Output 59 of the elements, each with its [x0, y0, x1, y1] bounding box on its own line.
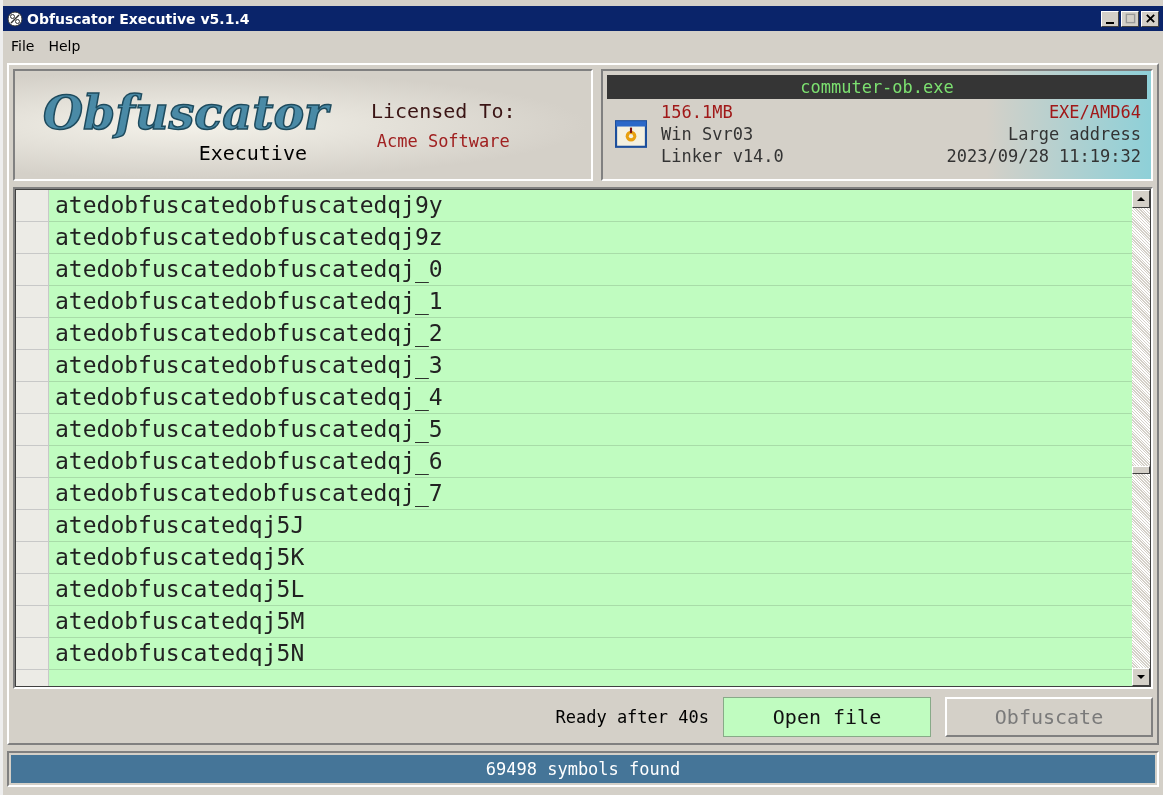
window-title: Obfuscator Executive v5.1.4 [27, 10, 251, 27]
row-header [16, 190, 49, 222]
logo-subtitle: Executive [198, 140, 307, 165]
timestamp: 2023/09/28 11:19:32 [946, 145, 1141, 167]
minimize-icon [1106, 21, 1114, 24]
program-icon [615, 120, 647, 148]
row-header [16, 478, 49, 510]
menu-item[interactable]: File [11, 38, 35, 54]
symbol-row[interactable]: atedobfuscatedobfuscatedqj9y [49, 190, 1132, 222]
linker-version: Linker v14.0 [661, 145, 784, 167]
symbol-row[interactable]: atedobfuscatedobfuscatedqj_6 [49, 446, 1132, 478]
symbol-row[interactable]: atedobfuscatedobfuscatedqj_1 [49, 286, 1132, 318]
scroll-thumb[interactable] [1132, 466, 1150, 474]
scrollbar[interactable] [1132, 190, 1150, 686]
row-header [16, 638, 49, 670]
symbol-row[interactable]: atedobfuscatedqj5M [49, 606, 1132, 638]
status-bar: 69498 symbols found [11, 755, 1155, 783]
symbol-row[interactable]: atedobfuscatedobfuscatedqj_4 [49, 382, 1132, 414]
symbol-row[interactable]: atedobfuscatedobfuscatedqj_2 [49, 318, 1132, 350]
symbol-row[interactable]: atedobfuscatedobfuscatedqj9z [49, 222, 1132, 254]
status-message: Ready after 40s [555, 707, 709, 727]
row-header [16, 542, 49, 574]
symbol-row[interactable]: atedobfuscatedqj5L [49, 574, 1132, 606]
row-header [16, 446, 49, 478]
file-type: EXE/AMD64 [1048, 101, 1141, 123]
scroll-down-icon [1136, 672, 1146, 682]
minimize-button[interactable] [1101, 10, 1119, 27]
row-header [16, 254, 49, 286]
row-header [16, 510, 49, 542]
menu-item[interactable]: Help [48, 38, 81, 54]
symbol-row[interactable]: atedobfuscatedqj5J [49, 510, 1132, 542]
license-label: Licensed To: [371, 99, 516, 123]
app-icon [7, 10, 23, 27]
close-button[interactable] [1141, 10, 1159, 27]
symbol-row[interactable]: atedobfuscatedobfuscatedqj_0 [49, 254, 1132, 286]
file-size: 156.1MB [661, 101, 734, 123]
row-header [16, 414, 49, 446]
row-header [16, 318, 49, 350]
maximize-icon [1124, 13, 1136, 24]
maximize-button[interactable] [1121, 10, 1139, 27]
logo-title: Obfuscator [42, 85, 332, 143]
scroll-up-icon [1136, 194, 1146, 204]
symbol-row[interactable]: atedobfuscatedobfuscatedqj_5 [49, 414, 1132, 446]
symbol-row[interactable]: atedobfuscatedobfuscatedqj_7 [49, 478, 1132, 510]
row-header [16, 222, 49, 254]
row-header [16, 574, 49, 606]
file-flags: Large address [1007, 123, 1141, 145]
symbol-row[interactable]: atedobfuscatedqj5N [49, 638, 1132, 670]
row-header [16, 286, 49, 318]
symbol-row[interactable]: atedobfuscatedobfuscatedqj_3 [49, 350, 1132, 382]
licensee-name: Acme Software [376, 131, 510, 151]
row-header [16, 606, 49, 638]
file-name: commuter-ob.exe [607, 75, 1147, 99]
target-os: Win Svr03 [661, 123, 755, 145]
row-header [16, 350, 49, 382]
close-icon [1144, 13, 1156, 24]
symbol-row[interactable]: atedobfuscatedqj5K [49, 542, 1132, 574]
open-file-button[interactable]: Open file [723, 697, 931, 737]
row-header [16, 382, 49, 414]
